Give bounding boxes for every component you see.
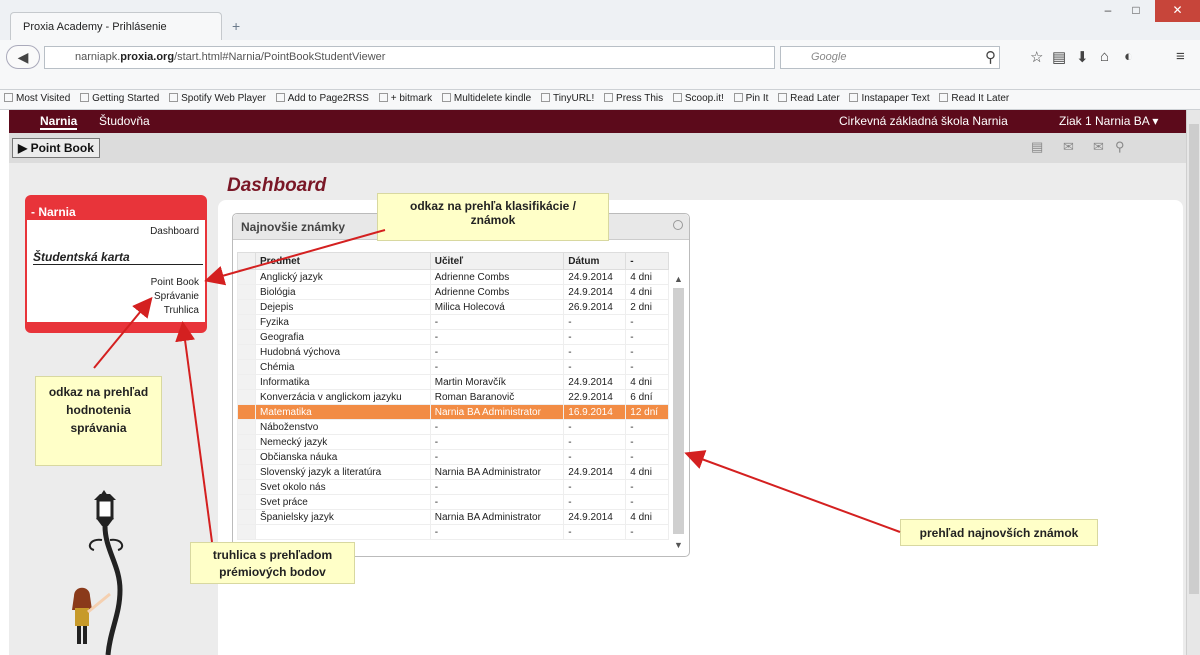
arrow-klasifikacia xyxy=(204,229,386,286)
arrow-spravanie xyxy=(93,296,153,369)
arrow-najnovsie xyxy=(684,450,901,533)
lamp-illustration xyxy=(72,490,124,655)
annotation-arrows xyxy=(93,229,901,543)
arrow-truhlica xyxy=(175,321,213,543)
